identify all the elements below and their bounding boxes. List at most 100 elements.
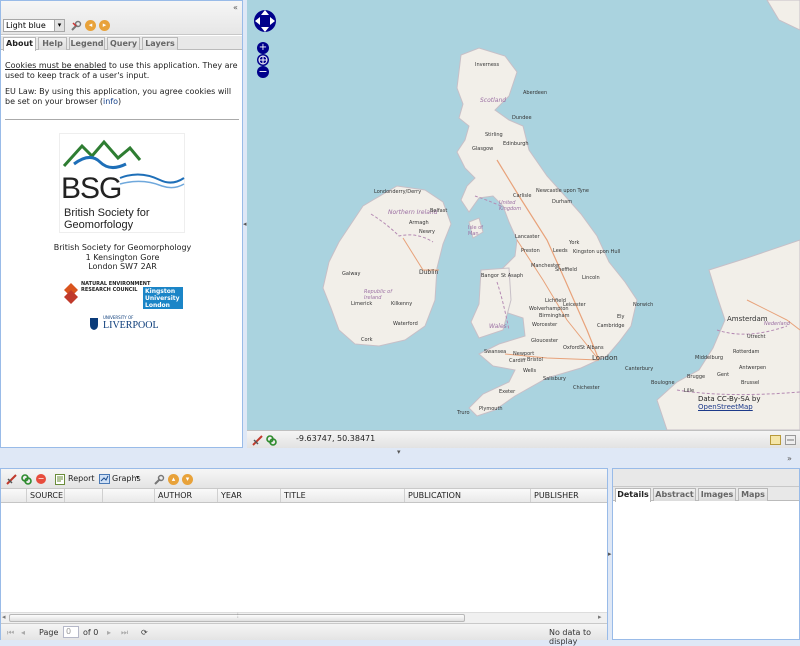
partner-logos: NATURAL ENVIRONMENT RESEARCH COUNCIL Kin…	[59, 277, 185, 335]
column-header-blank-1[interactable]	[65, 489, 103, 502]
zoom-in-button[interactable]: +	[257, 42, 269, 54]
map-attribution: Data CC-By-SA by OpenStreetMap	[698, 395, 761, 411]
label-armagh: Armagh	[409, 220, 429, 226]
last-page-icon[interactable]: ⏭	[121, 628, 128, 638]
previous-page-icon[interactable]: ◂	[21, 628, 25, 637]
left-panel: « Light blue ▾ ◂ ▸ About Help Legend Que…	[0, 0, 243, 448]
next-page-icon[interactable]: ▸	[107, 628, 111, 637]
tab-images[interactable]: Images	[698, 488, 736, 501]
label-swansea: Swansea	[484, 349, 507, 355]
column-header-year[interactable]: YEAR	[218, 489, 281, 502]
tab-layers[interactable]: Layers	[142, 37, 178, 50]
scrollbar-grip-icon: ⦙	[237, 612, 239, 620]
link-icon[interactable]	[21, 474, 32, 487]
label-norwich: Norwich	[633, 302, 654, 308]
remove-icon[interactable]: −	[36, 474, 46, 484]
label-cardiff: Cardiff	[509, 358, 526, 364]
label-exeter: Exeter	[499, 389, 516, 395]
label-st-asaph: St Asaph	[501, 273, 524, 279]
label-edinburgh: Edinburgh	[503, 141, 529, 147]
label-brussel: Brussel	[741, 380, 760, 386]
map-overview-icon[interactable]	[770, 435, 781, 447]
cookies-link[interactable]: Cookies must be enabled	[5, 61, 106, 70]
measure-icon[interactable]	[252, 435, 263, 448]
label-lille: Lille	[684, 388, 695, 394]
first-page-icon[interactable]: ⏮	[7, 628, 14, 638]
tab-details[interactable]: Details	[615, 488, 651, 502]
left-splitter-handle[interactable]: ◂	[243, 220, 247, 228]
column-header-publication[interactable]: PUBLICATION	[405, 489, 531, 502]
move-up-icon[interactable]: ▴	[168, 474, 179, 485]
theme-select[interactable]: Light blue ▾	[3, 19, 65, 32]
label-bristol: Bristol	[527, 357, 543, 363]
label-dublin: Dublin	[419, 269, 439, 276]
map-view[interactable]: Inverness Scotland Aberdeen Dundee Stirl…	[247, 0, 800, 430]
label-utrecht: Utrecht	[747, 334, 766, 340]
column-header-checkbox[interactable]	[1, 489, 27, 502]
report-icon[interactable]	[55, 474, 65, 487]
label-republic-of-ireland: Republic of Ireland	[364, 289, 393, 301]
grid-horizontal-scrollbar[interactable]: ◂ ⦙ ▸	[1, 612, 607, 623]
previous-icon[interactable]: ◂	[85, 20, 96, 31]
tab-legend[interactable]: Legend	[69, 37, 105, 50]
pan-control[interactable]	[253, 4, 277, 38]
page-number-input[interactable]: 0	[63, 626, 79, 638]
horizontal-splitter[interactable]: ▾ »	[0, 448, 800, 467]
column-header-publisher[interactable]: PUBLISHER	[531, 489, 607, 502]
info-link[interactable]: info	[103, 97, 118, 106]
graphs-chevron-down-icon[interactable]: ▾	[136, 474, 139, 481]
tab-abstract[interactable]: Abstract	[653, 488, 696, 501]
liverpool-crest-icon	[90, 318, 98, 330]
tab-help[interactable]: Help	[38, 37, 67, 50]
label-cork: Cork	[361, 337, 373, 343]
report-button[interactable]: Report	[68, 474, 95, 483]
scroll-right-icon[interactable]: ▸	[598, 613, 602, 621]
graphs-icon[interactable]	[99, 474, 110, 486]
label-glasgow: Glasgow	[472, 146, 494, 152]
label-salisbury: Salisbury	[543, 376, 566, 382]
tab-maps[interactable]: Maps	[738, 488, 768, 501]
zoom-out-button[interactable]: −	[257, 66, 269, 78]
map-canvas	[322, 0, 800, 430]
osm-link[interactable]: OpenStreetMap	[698, 403, 753, 411]
label-worcester: Worcester	[532, 322, 558, 328]
column-header-author[interactable]: AUTHOR	[155, 489, 218, 502]
label-st-albans: St Albans	[580, 345, 604, 351]
label-inverness: Inverness	[475, 62, 500, 68]
fullscreen-icon[interactable]	[785, 435, 796, 447]
tools-icon[interactable]	[70, 20, 82, 32]
label-york: York	[569, 240, 580, 246]
label-preston: Preston	[521, 248, 540, 254]
label-amsterdam: Amsterdam	[727, 315, 768, 323]
tab-about[interactable]: About	[3, 37, 36, 51]
column-header-title[interactable]: TITLE	[281, 489, 405, 502]
scroll-left-icon[interactable]: ◂	[2, 613, 6, 621]
move-down-icon[interactable]: ▾	[182, 474, 193, 485]
label-scotland: Scotland	[480, 97, 507, 104]
refresh-link-icon[interactable]	[266, 435, 277, 448]
label-nederland: Nederland	[764, 321, 790, 327]
right-splitter-handle[interactable]: ▸	[608, 550, 612, 558]
tools-icon[interactable]	[153, 474, 165, 486]
cookies-notice: Cookies must be enabled to use this appl…	[5, 61, 238, 80]
kingston-logo: Kingston University London	[143, 287, 183, 309]
label-brugge: Brugge	[687, 374, 706, 380]
delete-tool-icon[interactable]	[6, 474, 17, 487]
label-kingston: Kingston upon Hull	[573, 249, 621, 255]
label-bangor: Bangor	[481, 273, 499, 279]
eu-law-notice: EU Law: By using this application, you a…	[5, 87, 232, 106]
splitter-handle-icon[interactable]: ▾	[397, 448, 401, 456]
label-londonderry: Londonderry/Derry	[374, 189, 422, 195]
collapse-left-panel-button[interactable]: «	[233, 3, 238, 12]
column-header-source[interactable]: SOURCE	[27, 489, 65, 502]
divider	[5, 119, 239, 120]
collapse-bottom-button[interactable]: »	[787, 454, 792, 463]
label-stirling: Stirling	[485, 132, 503, 138]
next-icon[interactable]: ▸	[99, 20, 110, 31]
column-header-blank-2[interactable]	[103, 489, 155, 502]
refresh-icon[interactable]: ⟳	[141, 628, 148, 637]
results-grid-panel: − Report Graphs ▾ ▴ ▾ SOURCE AUTHOR YEAR…	[0, 468, 608, 646]
tab-query[interactable]: Query	[107, 37, 140, 50]
chevron-down-icon[interactable]: ▾	[54, 20, 64, 31]
label-united-kingdom: United Kingdom	[499, 200, 522, 212]
